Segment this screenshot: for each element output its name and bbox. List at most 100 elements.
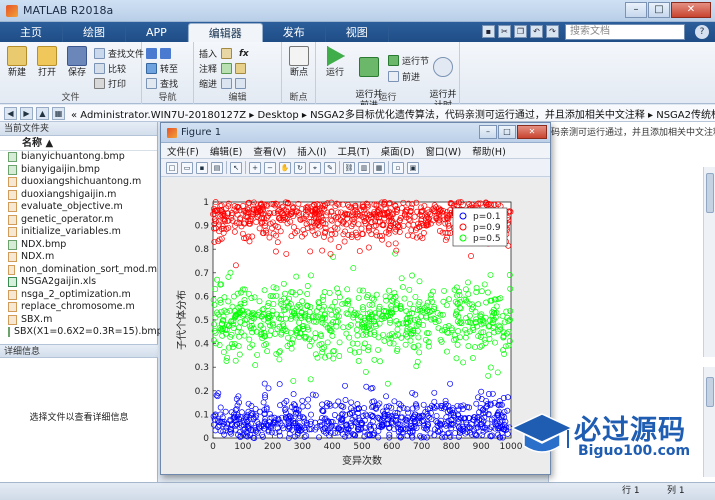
nav-arrows[interactable]: [146, 47, 174, 60]
current-path[interactable]: « Administrator.WIN7U-20180127Z ▸ Deskto…: [71, 106, 715, 121]
figure-maximize-button[interactable]: □: [498, 125, 516, 139]
cut-quick-icon[interactable]: ✂: [498, 25, 511, 38]
file-list-item[interactable]: evaluate_objective.m: [0, 201, 157, 214]
find-button[interactable]: 查找: [146, 77, 178, 90]
file-list-item[interactable]: bianyichuantong.bmp: [0, 151, 157, 164]
open-button[interactable]: 打开: [32, 46, 62, 79]
breakpoints-button[interactable]: 断点: [284, 46, 314, 79]
tab-home[interactable]: 主页: [0, 23, 63, 42]
file-list-item[interactable]: duoxiangshichuantong.m: [0, 176, 157, 189]
figure-canvas: 0 100 200 300 400 500 600 700 800 900 1000 0 0.1 0.2 0…: [161, 178, 550, 474]
forward-icon[interactable]: ▶: [20, 106, 33, 120]
save-button[interactable]: 保存: [62, 46, 92, 79]
y-tick-label: 0.6: [195, 292, 210, 302]
indent-button[interactable]: 缩进: [199, 77, 249, 90]
figure-minimize-button[interactable]: –: [479, 125, 497, 139]
undo-quick-icon[interactable]: ↶: [530, 25, 543, 38]
select-arrow-icon[interactable]: ↖: [230, 161, 242, 174]
menu-view[interactable]: 查看(V): [253, 144, 286, 158]
save-figure-icon[interactable]: ▪: [196, 161, 208, 174]
file-list-item[interactable]: bianyigaijin.bmp: [0, 164, 157, 177]
file-list-item[interactable]: NDX.m: [0, 251, 157, 264]
menu-edit[interactable]: 编辑(E): [210, 144, 242, 158]
legend-entry: p=0.1: [473, 212, 501, 222]
tab-view[interactable]: 视图: [326, 23, 389, 42]
command-scroll-thumb[interactable]: [706, 377, 714, 407]
save-quick-icon[interactable]: ▪: [482, 25, 495, 38]
print-icon: [94, 78, 105, 89]
hide-plot-tools-icon[interactable]: ▫: [392, 161, 404, 174]
file-list-item[interactable]: nsga_2_optimization.m: [0, 289, 157, 302]
zoom-out-icon[interactable]: −: [264, 161, 276, 174]
rotate-3d-icon[interactable]: ↻: [294, 161, 306, 174]
menu-desktop[interactable]: 桌面(D): [381, 144, 415, 158]
figure-close-button[interactable]: ✕: [517, 125, 547, 139]
minimize-button[interactable]: –: [625, 2, 647, 18]
pan-hand-icon[interactable]: ✋: [279, 161, 291, 174]
file-list-item[interactable]: genetic_operator.m: [0, 214, 157, 227]
find-file-button[interactable]: 查找文件: [94, 47, 144, 60]
back-icon[interactable]: ◀: [4, 106, 17, 120]
redo-quick-icon[interactable]: ↷: [546, 25, 559, 38]
y-tick-label: 0: [203, 434, 209, 444]
copy-quick-icon[interactable]: ❐: [514, 25, 527, 38]
run-section-button[interactable]: 运行节: [388, 54, 429, 67]
menu-tools[interactable]: 工具(T): [337, 144, 369, 158]
tab-editor[interactable]: 编辑器: [187, 23, 263, 42]
search-docs-input[interactable]: 搜索文档: [565, 24, 685, 40]
browse-folder-icon[interactable]: ▦: [52, 106, 65, 120]
figure-logo-icon: [167, 127, 177, 138]
show-plot-tools-icon[interactable]: ▣: [407, 161, 419, 174]
insert-colorbar-icon[interactable]: ▥: [358, 161, 370, 174]
x-tick-label: 600: [383, 442, 400, 452]
file-list-item[interactable]: duoxiangshigaijin.m: [0, 189, 157, 202]
new-figure-icon[interactable]: □: [166, 161, 178, 174]
brush-icon[interactable]: ✎: [324, 161, 336, 174]
run-button[interactable]: 运行: [320, 46, 350, 79]
file-list-item[interactable]: NSGA2gaijin.xls: [0, 276, 157, 289]
up-folder-icon[interactable]: ▲: [36, 106, 49, 120]
advance-button[interactable]: 前进: [388, 70, 420, 83]
file-list-item[interactable]: initialize_variables.m: [0, 226, 157, 239]
file-list-item[interactable]: non_domination_sort_mod.m: [0, 264, 157, 277]
zoom-in-icon[interactable]: +: [249, 161, 261, 174]
menu-window[interactable]: 窗口(W): [425, 144, 461, 158]
forward-arrow-icon: [160, 48, 171, 59]
m-file-icon: [8, 302, 17, 313]
insert-button[interactable]: 插入 fx: [199, 47, 249, 60]
file-list-item[interactable]: NDX.bmp: [0, 239, 157, 252]
image-file-icon: [8, 152, 17, 163]
print-button[interactable]: 打印: [94, 77, 126, 90]
open-file-icon[interactable]: ▭: [181, 161, 193, 174]
x-tick-label: 200: [264, 442, 281, 452]
address-bar: ◀ ▶ ▲ ▦ « Administrator.WIN7U-20180127Z …: [0, 105, 715, 122]
y-tick-label: 0.1: [195, 410, 209, 420]
file-name: SBX.m: [21, 313, 53, 325]
file-list-item[interactable]: SBX.m: [0, 314, 157, 327]
file-list-item[interactable]: replace_chromosome.m: [0, 301, 157, 314]
file-name: initialize_variables.m: [21, 226, 121, 237]
fx-button[interactable]: fx: [239, 49, 249, 59]
new-button[interactable]: 新建: [2, 46, 32, 79]
name-column-header[interactable]: 名称 ▲: [0, 136, 157, 151]
editor-scrollbar[interactable]: [703, 167, 715, 357]
tab-publish[interactable]: 发布: [263, 23, 326, 42]
menu-insert[interactable]: 插入(I): [297, 144, 326, 158]
data-cursor-icon[interactable]: ⌖: [309, 161, 321, 174]
file-list-item[interactable]: SBX(X1=0.6X2=0.3R=15).bmp: [0, 326, 163, 339]
goto-button[interactable]: 转至: [146, 62, 178, 75]
comment-button[interactable]: 注释: [199, 62, 249, 75]
help-icon[interactable]: ?: [695, 25, 709, 39]
tab-apps[interactable]: APP: [126, 23, 188, 42]
link-plot-icon[interactable]: ⛓: [343, 161, 355, 174]
compare-button[interactable]: 比较: [94, 62, 126, 75]
file-name: duoxiangshichuantong.m: [21, 176, 142, 187]
menu-help[interactable]: 帮助(H): [472, 144, 506, 158]
tab-plots[interactable]: 绘图: [63, 23, 126, 42]
maximize-button[interactable]: □: [648, 2, 670, 18]
menu-file[interactable]: 文件(F): [167, 144, 199, 158]
print-figure-icon[interactable]: ▤: [211, 161, 223, 174]
close-button[interactable]: ✕: [671, 2, 711, 18]
insert-legend-icon[interactable]: ▦: [373, 161, 385, 174]
editor-scroll-thumb[interactable]: [706, 173, 714, 213]
